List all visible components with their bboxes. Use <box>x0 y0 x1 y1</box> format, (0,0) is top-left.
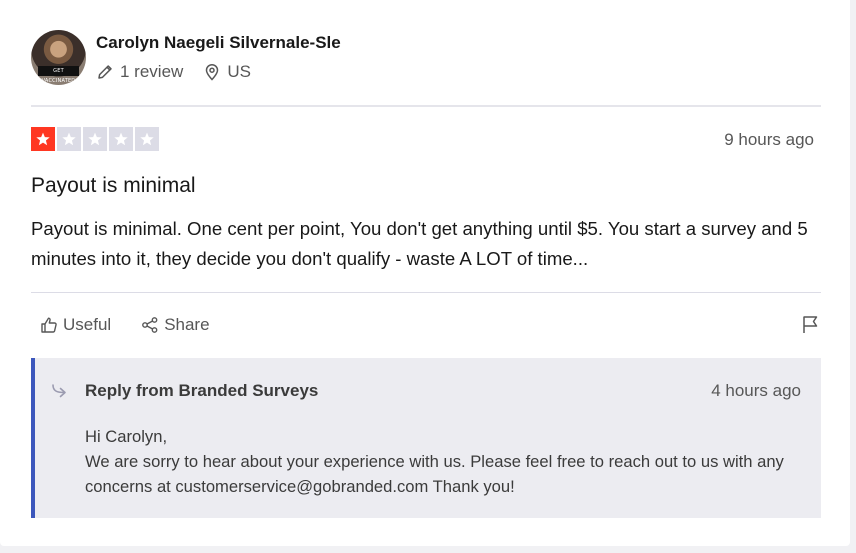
useful-button[interactable]: Useful <box>40 315 111 335</box>
share-label: Share <box>164 315 210 334</box>
review-card: GET VACCINATED Carolyn Naegeli Silvernal… <box>0 0 850 546</box>
star-empty-icon <box>109 127 133 151</box>
star-empty-icon <box>57 127 81 151</box>
share-icon <box>142 317 158 333</box>
reply-message: We are sorry to hear about your experien… <box>85 452 784 496</box>
reply-date: 4 hours ago <box>711 381 801 400</box>
review-count-label: 1 review <box>120 62 184 81</box>
company-reply: Reply from Branded Surveys 4 hours ago H… <box>31 358 821 518</box>
share-button[interactable]: Share <box>141 315 210 335</box>
location-pin-icon <box>206 64 219 81</box>
author-meta: 1 review US <box>96 62 251 82</box>
reply-from: Reply from Branded Surveys <box>85 381 319 400</box>
star-empty-icon <box>135 127 159 151</box>
reply-greeting: Hi Carolyn, <box>85 427 168 446</box>
review-body: Payout is minimal. One cent per point, Y… <box>31 218 808 269</box>
avatar-badge: GET VACCINATED <box>38 66 79 84</box>
header-divider <box>31 105 821 107</box>
thumbs-up-icon <box>41 317 57 333</box>
review-date: 9 hours ago <box>724 130 814 149</box>
reply-arrow-icon <box>52 384 66 398</box>
author-location: US <box>203 62 251 82</box>
review-count: 1 review <box>96 62 183 82</box>
actions-divider <box>31 292 821 293</box>
reply-body: Hi Carolyn, We are sorry to hear about y… <box>85 424 805 499</box>
star-filled-icon <box>31 127 55 151</box>
avatar[interactable]: GET VACCINATED <box>31 30 86 85</box>
review-title[interactable]: Payout is minimal <box>31 174 196 198</box>
useful-label: Useful <box>63 315 112 334</box>
country-label: US <box>227 62 251 81</box>
report-flag-button[interactable] <box>800 314 820 339</box>
flag-icon <box>803 316 818 333</box>
pencil-icon <box>98 65 112 79</box>
star-empty-icon <box>83 127 107 151</box>
star-rating <box>31 127 159 151</box>
author-name[interactable]: Carolyn Naegeli Silvernale-Sle <box>96 33 341 53</box>
review-actions: Useful Share <box>40 315 210 335</box>
